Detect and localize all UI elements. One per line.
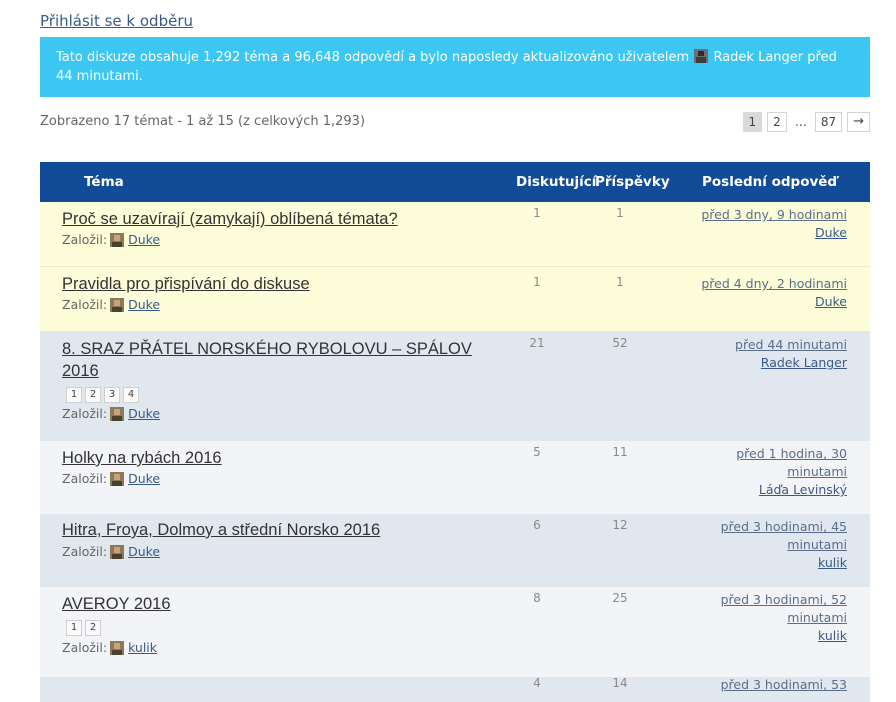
last-reply-time-link[interactable]: před 4 dny, 2 hodinami <box>701 276 847 291</box>
posts-count: 11 <box>612 445 628 459</box>
author-label: Založil: <box>62 297 108 312</box>
page-2[interactable]: 2 <box>767 112 787 132</box>
topic-author: Založil: Duke <box>62 544 160 559</box>
author-label: Založil: <box>62 544 108 559</box>
subscribe-link[interactable]: Přihlásit se k odběru <box>40 12 193 30</box>
topic-page-link[interactable]: 3 <box>104 387 120 403</box>
last-reply-author-link[interactable]: Láďa Levinský <box>759 482 847 497</box>
posts-count: 12 <box>612 518 628 532</box>
table-row: Holky na rybách 2016 Založil: Duke 5 11 před … <box>40 441 870 514</box>
pagination: 1 2 … 87 → <box>742 112 870 132</box>
posts-count: 1 <box>616 275 624 289</box>
last-reply-author-link[interactable]: Duke <box>815 294 847 309</box>
last-reply-time-link[interactable]: před 44 minutami <box>735 337 847 352</box>
topics-table: Téma Diskutující Příspěvky Poslední odpo… <box>40 162 870 702</box>
page-ellipsis: … <box>791 113 810 131</box>
participants-count: 4 <box>533 676 541 690</box>
topic-author: Založil: Duke <box>62 232 160 247</box>
last-reply: před 44 minutami Radek Langer <box>687 336 847 372</box>
header-topic: Téma <box>84 174 124 190</box>
author-link[interactable]: Duke <box>128 232 160 247</box>
author-link[interactable]: kulik <box>128 640 157 655</box>
author-label: Založil: <box>62 640 108 655</box>
last-reply-author-link[interactable]: kulik <box>818 555 847 570</box>
posts-count: 52 <box>612 336 628 350</box>
table-row: Pravidla pro přispívání do diskuse Založi… <box>40 267 870 332</box>
page-1[interactable]: 1 <box>742 112 763 132</box>
topic-pages: 12 <box>66 620 101 636</box>
participants-count: 1 <box>533 206 541 220</box>
topic-title-link[interactable]: Pravidla pro přispívání do diskuse <box>62 273 482 295</box>
topic-title-link[interactable]: 8. SRAZ PŘÁTEL NORSKÉHO RYBOLOVU – SPÁLO… <box>62 338 482 382</box>
last-reply-time-link[interactable]: před 3 dny, 9 hodinami <box>701 207 847 222</box>
last-reply-author-link[interactable]: Radek Langer <box>761 355 847 370</box>
topic-page-link[interactable]: 2 <box>85 620 101 636</box>
participants-count: 1 <box>533 275 541 289</box>
last-reply-time-link[interactable]: před 3 hodinami, 45 minutami <box>721 519 847 552</box>
last-reply-author-link[interactable]: Duke <box>815 225 847 240</box>
author-avatar-icon <box>110 641 125 655</box>
author-avatar-icon <box>110 298 125 312</box>
topic-title-link[interactable]: Hitra, Froya, Dolmoy a střední Norsko 20… <box>62 519 482 541</box>
author-link[interactable]: Duke <box>128 471 160 486</box>
topic-page-link[interactable]: 2 <box>85 387 101 403</box>
posts-count: 14 <box>612 676 628 690</box>
user-avatar-icon <box>694 49 709 63</box>
author-avatar-icon <box>110 407 125 421</box>
author-avatar-icon <box>110 545 125 559</box>
last-reply-author-link[interactable]: kulik <box>818 628 847 643</box>
author-label: Založil: <box>62 471 108 486</box>
author-link[interactable]: Duke <box>128 406 160 421</box>
header-last-reply: Poslední odpověď <box>702 174 838 190</box>
posts-count: 1 <box>616 206 624 220</box>
last-reply: před 3 hodinami, 52 minutami kulik <box>687 591 847 645</box>
topic-author: Založil: Duke <box>62 297 160 312</box>
topic-title-link[interactable]: AVEROY 2016 <box>62 593 482 615</box>
topic-title-link[interactable]: Proč se uzavírají (zamykají) oblíbená té… <box>62 208 482 230</box>
topic-author: Založil: Duke <box>62 406 160 421</box>
participants-count: 5 <box>533 445 541 459</box>
posts-count: 25 <box>612 591 628 605</box>
topic-page-link[interactable]: 1 <box>66 387 82 403</box>
page-last[interactable]: 87 <box>814 112 843 132</box>
author-link[interactable]: Duke <box>128 297 160 312</box>
forum-info-banner: Tato diskuze obsahuje 1,292 téma a 96,64… <box>40 37 870 97</box>
last-reply: před 3 hodinami, 53 <box>687 676 847 694</box>
table-row: 8. SRAZ PŘÁTEL NORSKÉHO RYBOLOVU – SPÁLO… <box>40 332 870 441</box>
last-reply: před 4 dny, 2 hodinami Duke <box>687 275 847 311</box>
participants-count: 6 <box>533 518 541 532</box>
last-reply-time-link[interactable]: před 3 hodinami, 53 <box>721 677 847 692</box>
topic-page-link[interactable]: 4 <box>123 387 139 403</box>
table-row: 4 14 před 3 hodinami, 53 <box>40 676 870 702</box>
table-row: AVEROY 2016 1 2 Založil: kulik 8 25 před 3 hodi… <box>40 587 870 677</box>
info-text: Tato diskuze obsahuje 1,292 téma a 96,64… <box>56 50 690 65</box>
author-link[interactable]: Duke <box>128 544 160 559</box>
author-label: Založil: <box>62 232 108 247</box>
info-user[interactable]: Radek Langer <box>713 50 803 65</box>
last-reply: před 3 dny, 9 hodinami Duke <box>687 206 847 242</box>
table-row: Proč se uzavírají (zamykají) oblíbená té… <box>40 202 870 267</box>
topic-count-text: Zobrazeno 17 témat - 1 až 15 (z celkovýc… <box>40 114 366 129</box>
participants-count: 21 <box>529 336 545 350</box>
topic-author: Založil: kulik <box>62 640 157 655</box>
header-participants: Diskutující <box>516 174 597 190</box>
next-page-button[interactable]: → <box>847 112 870 132</box>
author-label: Založil: <box>62 406 108 421</box>
table-header: Téma Diskutující Příspěvky Poslední odpo… <box>40 162 870 202</box>
last-reply: před 1 hodina, 30 minutami Láďa Levinský <box>687 445 847 499</box>
author-avatar-icon <box>110 233 125 247</box>
topic-pages: 1234 <box>66 387 139 403</box>
author-avatar-icon <box>110 472 125 486</box>
participants-count: 8 <box>533 591 541 605</box>
topic-page-link[interactable]: 1 <box>66 620 82 636</box>
topic-author: Založil: Duke <box>62 471 160 486</box>
topic-title-link[interactable]: Holky na rybách 2016 <box>62 447 482 469</box>
last-reply-time-link[interactable]: před 1 hodina, 30 minutami <box>736 446 847 479</box>
table-row: Hitra, Froya, Dolmoy a střední Norsko 20… <box>40 514 870 587</box>
last-reply: před 3 hodinami, 45 minutami kulik <box>687 518 847 572</box>
last-reply-time-link[interactable]: před 3 hodinami, 52 minutami <box>721 592 847 625</box>
header-posts: Příspěvky <box>595 174 670 190</box>
